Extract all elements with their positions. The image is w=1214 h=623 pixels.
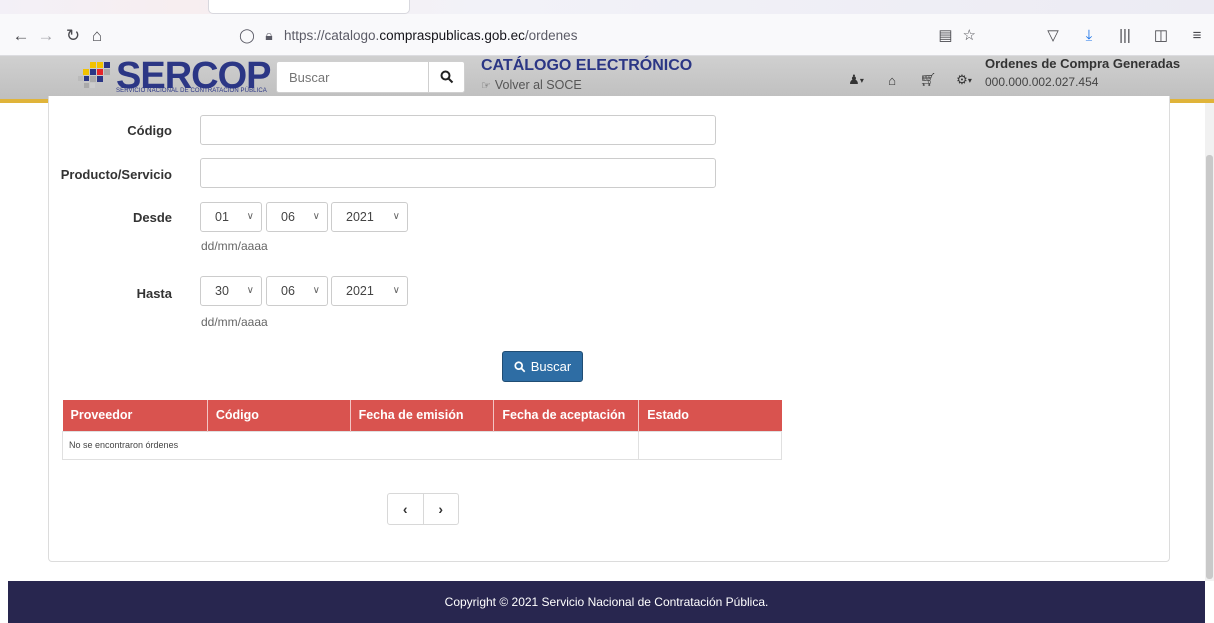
- hasta-day-select[interactable]: 30 ∨: [200, 276, 262, 306]
- empty-cell: [638, 430, 782, 460]
- header-search-button[interactable]: [428, 62, 464, 92]
- table-row: No se encontraron órdenes: [61, 430, 782, 460]
- back-link-label: Volver al SOCE: [494, 78, 582, 92]
- hasta-month-select[interactable]: 06 ∨: [266, 276, 328, 306]
- menu-icon[interactable]: ≡: [1186, 27, 1208, 44]
- col-codigo[interactable]: Código: [207, 400, 351, 431]
- url-text[interactable]: https://catalogo.compraspublicas.gob.ec/…: [284, 28, 577, 43]
- footer: Copyright © 2021 Servicio Nacional de Co…: [8, 581, 1205, 623]
- chevron-down-icon: ∨: [246, 285, 254, 296]
- logo-squares-icon: [78, 62, 112, 92]
- chevron-down-icon: ∨: [392, 285, 400, 296]
- col-proveedor[interactable]: Proveedor: [62, 400, 208, 431]
- tab-strip: [0, 0, 1214, 14]
- cart-icon[interactable]: 🛒︎: [910, 70, 946, 90]
- library-icon[interactable]: |||: [1114, 27, 1136, 44]
- reload-icon[interactable]: ↻: [60, 22, 86, 48]
- shield-icon[interactable]: ◯: [236, 27, 258, 44]
- pocket-icon[interactable]: ▽: [1042, 26, 1064, 44]
- logo-tagline: SERVICIO NACIONAL DE CONTRATACIÓN PÚBLIC…: [116, 88, 267, 94]
- chevron-down-icon: ∨: [312, 285, 320, 296]
- chevron-down-icon: ∨: [392, 211, 400, 222]
- producto-input[interactable]: [200, 158, 716, 188]
- hasta-year-select[interactable]: 2021 ∨: [331, 276, 408, 306]
- codigo-label: Código: [127, 123, 172, 138]
- bookmark-star-icon[interactable]: ☆: [963, 26, 976, 44]
- pagination: ‹ ›: [387, 493, 459, 525]
- home-icon[interactable]: ⌂: [84, 22, 110, 48]
- header-search: [276, 61, 465, 93]
- lock-icon[interactable]: 🔒︎: [258, 27, 280, 44]
- col-estado[interactable]: Estado: [638, 400, 782, 431]
- back-arrow-icon[interactable]: ←: [8, 22, 34, 48]
- chevron-down-icon: ∨: [246, 211, 254, 222]
- producto-label: Producto/Servicio: [60, 167, 172, 182]
- prev-page-chevron-left-icon[interactable]: ‹: [388, 494, 423, 524]
- hasta-date-hint: dd/mm/aaaa: [201, 315, 268, 329]
- desde-day-select[interactable]: 01 ∨: [200, 202, 262, 232]
- orders-generated-title: Ordenes de Compra Generadas: [985, 56, 1181, 71]
- desde-label: Desde: [132, 210, 172, 225]
- desde-year-select[interactable]: 2021 ∨: [331, 202, 408, 232]
- col-fecha-emision[interactable]: Fecha de emisión: [350, 400, 495, 431]
- search-icon: [514, 360, 526, 372]
- desde-month-select[interactable]: 06 ∨: [266, 202, 328, 232]
- search-button-label: Buscar: [530, 359, 572, 374]
- home-icon[interactable]: ⌂: [874, 70, 910, 90]
- scrollbar-thumb[interactable]: [1206, 155, 1213, 579]
- orders-generated-count: 000.000.002.027.454: [985, 75, 1099, 89]
- reader-view-icon[interactable]: ▤: [938, 26, 952, 44]
- sercop-logo[interactable]: SERCOP SERVICIO NACIONAL DE CONTRATACIÓN…: [78, 56, 271, 100]
- next-page-chevron-right-icon[interactable]: ›: [422, 494, 459, 524]
- copyright-text: Copyright © 2021 Servicio Nacional de Co…: [444, 595, 769, 609]
- page-scrollbar[interactable]: [1205, 103, 1214, 581]
- sidebar-icon[interactable]: ◫: [1150, 26, 1172, 44]
- search-button[interactable]: Buscar: [502, 351, 583, 382]
- user-menu-icon[interactable]: ♟︎ ▾: [838, 70, 874, 90]
- browser-navbar: ← → ↻ ⌂ ◯ 🔒︎ https://catalogo.compraspub…: [0, 14, 1214, 56]
- hasta-label: Hasta: [136, 286, 172, 301]
- chevron-down-icon: ∨: [312, 211, 320, 222]
- forward-arrow-icon[interactable]: →: [33, 22, 59, 48]
- active-tab[interactable]: [208, 0, 410, 14]
- url-bar[interactable]: ◯ 🔒︎ https://catalogo.compraspublicas.go…: [236, 22, 976, 48]
- desde-date-hint: dd/mm/aaaa: [201, 239, 268, 253]
- settings-gear-icon[interactable]: ⚙︎ ▾: [946, 70, 982, 90]
- header-search-input[interactable]: [277, 62, 427, 92]
- orders-table: Proveedor Código Fecha de emisión Fecha …: [61, 400, 782, 460]
- back-to-soce-link[interactable]: ☞︎ Volver al SOCE: [481, 78, 582, 92]
- hand-pointer-icon: ☞︎: [481, 79, 491, 92]
- codigo-input[interactable]: [200, 115, 716, 145]
- col-fecha-aceptacion[interactable]: Fecha de aceptación: [493, 400, 640, 431]
- catalog-title: CATÁLOGO ELECTRÓNICO: [481, 57, 693, 74]
- download-icon[interactable]: ⤓: [1078, 27, 1100, 44]
- search-icon: [440, 70, 453, 84]
- empty-message: No se encontraron órdenes: [61, 430, 640, 460]
